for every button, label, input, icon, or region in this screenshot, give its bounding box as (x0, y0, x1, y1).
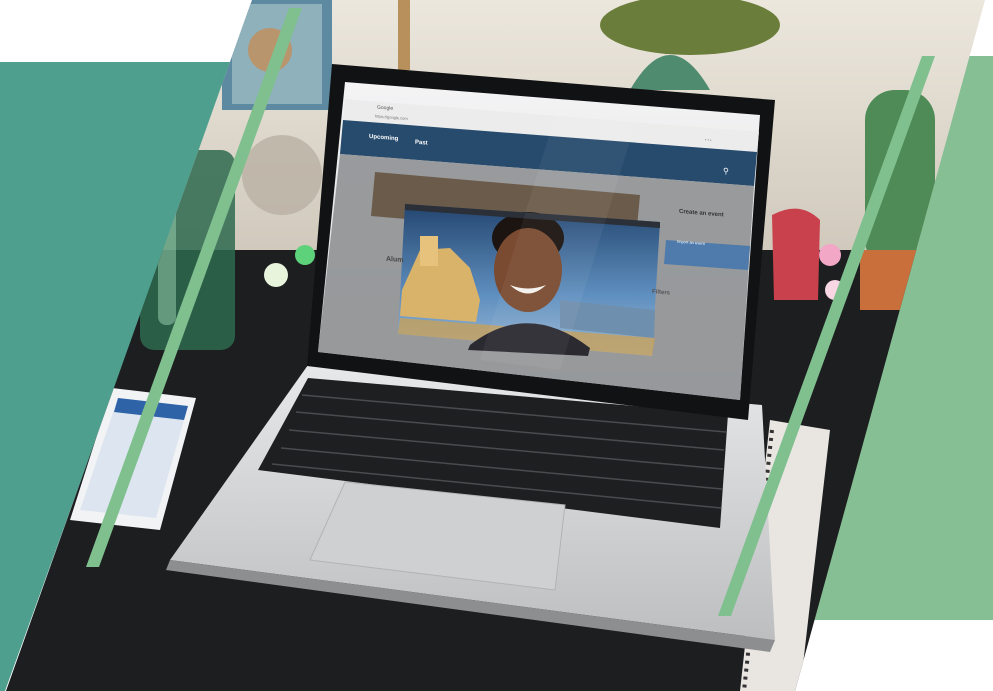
stripe-left (86, 8, 302, 567)
decorative-stripes (86, 8, 935, 616)
stripe-right (718, 56, 935, 616)
photo-collage: Google https://google.com Upcoming Past … (0, 0, 993, 691)
